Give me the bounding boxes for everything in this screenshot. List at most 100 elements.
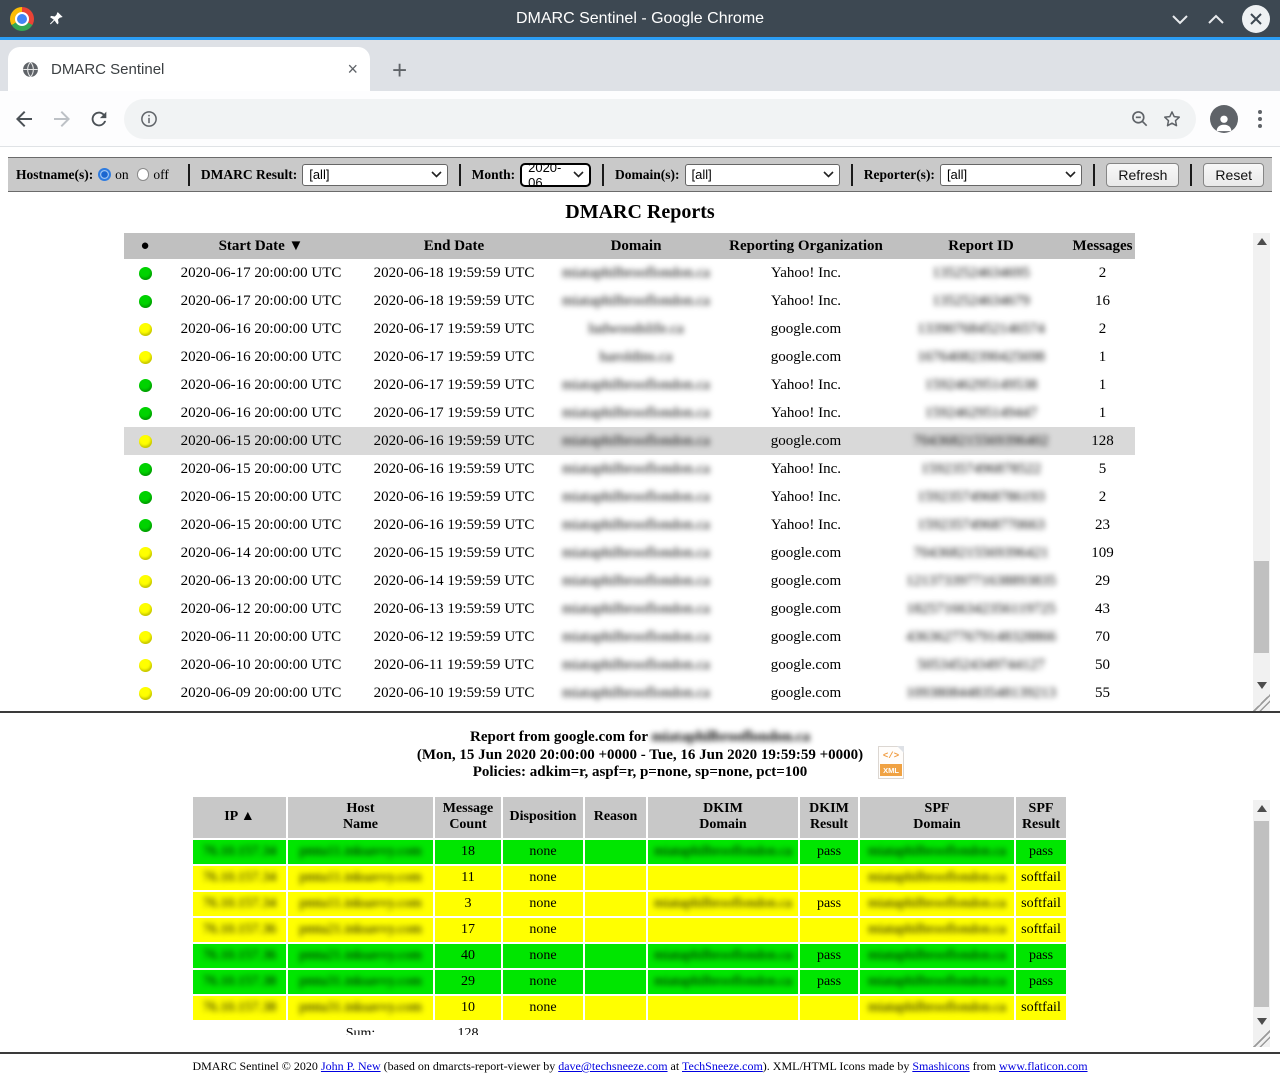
column-host-name[interactable]: Host Name [288, 797, 433, 838]
column-dkim-domain[interactable]: DKIM Domain [648, 797, 798, 838]
scroll-down-icon[interactable] [1253, 677, 1270, 694]
report-row[interactable]: 2020-06-16 20:00:00 UTC2020-06-17 19:59:… [124, 399, 1135, 427]
dkim-result-cell [800, 866, 858, 890]
scroll-up-icon[interactable] [1253, 800, 1270, 817]
resize-grip[interactable] [1253, 1030, 1270, 1047]
column-end-date[interactable]: End Date [356, 233, 552, 259]
report-row[interactable]: 2020-06-17 20:00:00 UTC2020-06-18 19:59:… [124, 287, 1135, 315]
status-dot-cell [124, 259, 166, 287]
reset-button[interactable]: Reset [1203, 163, 1264, 187]
messages-cell: 1 [1070, 399, 1135, 427]
host-name-cell-redacted: pmta31.inksavvy.com [299, 1000, 422, 1015]
hostname-off-radio[interactable] [137, 168, 150, 181]
window-close-button[interactable] [1242, 5, 1270, 33]
report-row[interactable]: 2020-06-10 20:00:00 UTC2020-06-11 19:59:… [124, 651, 1135, 679]
scroll-up-icon[interactable] [1253, 233, 1270, 250]
spf-domain-cell-redacted: miataphilbrooflondon.ca [868, 922, 1006, 937]
messages-cell: 2 [1070, 259, 1135, 287]
scrollbar-thumb[interactable] [1254, 821, 1269, 1007]
spf-result-cell: pass [1016, 970, 1066, 994]
domain-cell: miataphilbrooflondon.ca [552, 567, 720, 595]
domain-cell: miataphilbrooflondon.ca [552, 483, 720, 511]
refresh-button[interactable]: Refresh [1106, 163, 1179, 187]
column-ip[interactable]: IP ▲ [193, 797, 286, 838]
column-start-date[interactable]: Start Date ▼ [166, 233, 356, 259]
window-minimize-button[interactable] [1170, 13, 1190, 25]
report-row[interactable]: 2020-06-15 20:00:00 UTC2020-06-16 19:59:… [124, 455, 1135, 483]
column-disposition[interactable]: Disposition [503, 797, 583, 838]
column-dkim-result[interactable]: DKIM Result [800, 797, 858, 838]
column-messages[interactable]: Messages [1070, 233, 1135, 259]
page-info-icon[interactable] [140, 110, 158, 128]
tab-close-icon[interactable]: × [347, 59, 358, 80]
detail-heading-domain-redacted: miataphilbrooflondon.ca [651, 729, 810, 745]
month-select[interactable]: 2020-06 [520, 163, 591, 187]
report-row[interactable]: 2020-06-15 20:00:00 UTC2020-06-16 19:59:… [124, 427, 1135, 455]
hostname-on-radio[interactable] [98, 168, 111, 181]
detail-scrollbar[interactable] [1253, 800, 1270, 1030]
bookmark-star-icon[interactable] [1162, 109, 1182, 129]
zoom-out-icon[interactable] [1130, 109, 1150, 129]
scroll-down-icon[interactable] [1253, 1013, 1270, 1030]
messages-cell: 128 [1070, 427, 1135, 455]
footer-link[interactable]: John P. New [321, 1059, 381, 1073]
report-id-cell: 18257166342356119725 [892, 595, 1070, 623]
dkim-domain-cell [648, 996, 798, 1020]
reports-scrollbar[interactable] [1253, 233, 1270, 694]
reload-icon[interactable] [88, 108, 110, 130]
detail-row: 76.10.157.34pmta11.inksavvy.com11nonemia… [193, 866, 1066, 890]
address-bar[interactable] [124, 99, 1196, 139]
scrollbar-track[interactable] [1253, 817, 1270, 1013]
column-report-id[interactable]: Report ID [892, 233, 1070, 259]
report-row[interactable]: 2020-06-09 20:00:00 UTC2020-06-10 19:59:… [124, 679, 1135, 707]
column-reporting-organization[interactable]: Reporting Organization [720, 233, 892, 259]
window-maximize-button[interactable] [1206, 13, 1226, 25]
scrollbar-thumb[interactable] [1254, 561, 1269, 653]
column-spf-domain[interactable]: SPF Domain [860, 797, 1014, 838]
hostname-off-label[interactable]: off [153, 167, 169, 183]
profile-avatar[interactable] [1210, 105, 1238, 133]
back-icon[interactable] [12, 107, 36, 131]
column-status-dot[interactable]: ● [124, 233, 166, 259]
menu-kebab-icon[interactable] [1252, 110, 1268, 128]
dmarc-result-select[interactable]: [all] [302, 164, 447, 186]
resize-grip[interactable] [1253, 694, 1270, 711]
column-message-count[interactable]: Message Count [435, 797, 501, 838]
report-row[interactable]: 2020-06-16 20:00:00 UTC2020-06-17 19:59:… [124, 343, 1135, 371]
report-id-cell-redacted: 159246295149447 [925, 405, 1038, 421]
hostname-on-label[interactable]: on [115, 167, 129, 183]
report-row[interactable]: 2020-06-13 20:00:00 UTC2020-06-14 19:59:… [124, 567, 1135, 595]
report-row[interactable]: 2020-06-16 20:00:00 UTC2020-06-17 19:59:… [124, 371, 1135, 399]
footer-link[interactable]: Smashicons [912, 1059, 969, 1073]
report-row[interactable]: 2020-06-12 20:00:00 UTC2020-06-13 19:59:… [124, 595, 1135, 623]
footer-link[interactable]: www.flaticon.com [999, 1059, 1088, 1073]
report-row[interactable]: 2020-06-15 20:00:00 UTC2020-06-16 19:59:… [124, 511, 1135, 539]
report-row[interactable]: 2020-06-14 20:00:00 UTC2020-06-15 19:59:… [124, 539, 1135, 567]
browser-tab[interactable]: DMARC Sentinel × [8, 47, 370, 91]
footer-link[interactable]: dave@techsneeze.com [558, 1059, 667, 1073]
start-date-cell: 2020-06-17 20:00:00 UTC [166, 287, 356, 315]
sum-value-cell: 128 [435, 1022, 501, 1035]
new-tab-button[interactable]: + [392, 57, 407, 83]
report-row[interactable]: 2020-06-11 20:00:00 UTC2020-06-12 19:59:… [124, 623, 1135, 651]
xml-download-icon[interactable]: </> XML [878, 746, 904, 779]
report-row[interactable]: 2020-06-17 20:00:00 UTC2020-06-18 19:59:… [124, 259, 1135, 287]
status-dot-cell [124, 399, 166, 427]
dkim-domain-cell: miataphilbrooflondon.ca [648, 892, 798, 916]
reporter-select[interactable]: [all] [940, 164, 1082, 186]
spf-domain-cell: miataphilbrooflondon.ca [860, 970, 1014, 994]
column-domain[interactable]: Domain [552, 233, 720, 259]
report-id-cell: 704368215569396421 [892, 539, 1070, 567]
separator [1093, 164, 1095, 186]
domain-select[interactable]: [all] [685, 164, 840, 186]
scrollbar-track[interactable] [1253, 250, 1270, 677]
status-dot-cell [124, 315, 166, 343]
footer-link[interactable]: TechSneeze.com [682, 1059, 763, 1073]
footer-text: from [970, 1059, 999, 1073]
message-count-cell: 29 [435, 970, 501, 994]
report-row[interactable]: 2020-06-15 20:00:00 UTC2020-06-16 19:59:… [124, 483, 1135, 511]
column-reason[interactable]: Reason [585, 797, 646, 838]
report-row[interactable]: 2020-06-16 20:00:00 UTC2020-06-17 19:59:… [124, 315, 1135, 343]
column-spf-result[interactable]: SPF Result [1016, 797, 1066, 838]
dkim-result-cell [800, 996, 858, 1020]
